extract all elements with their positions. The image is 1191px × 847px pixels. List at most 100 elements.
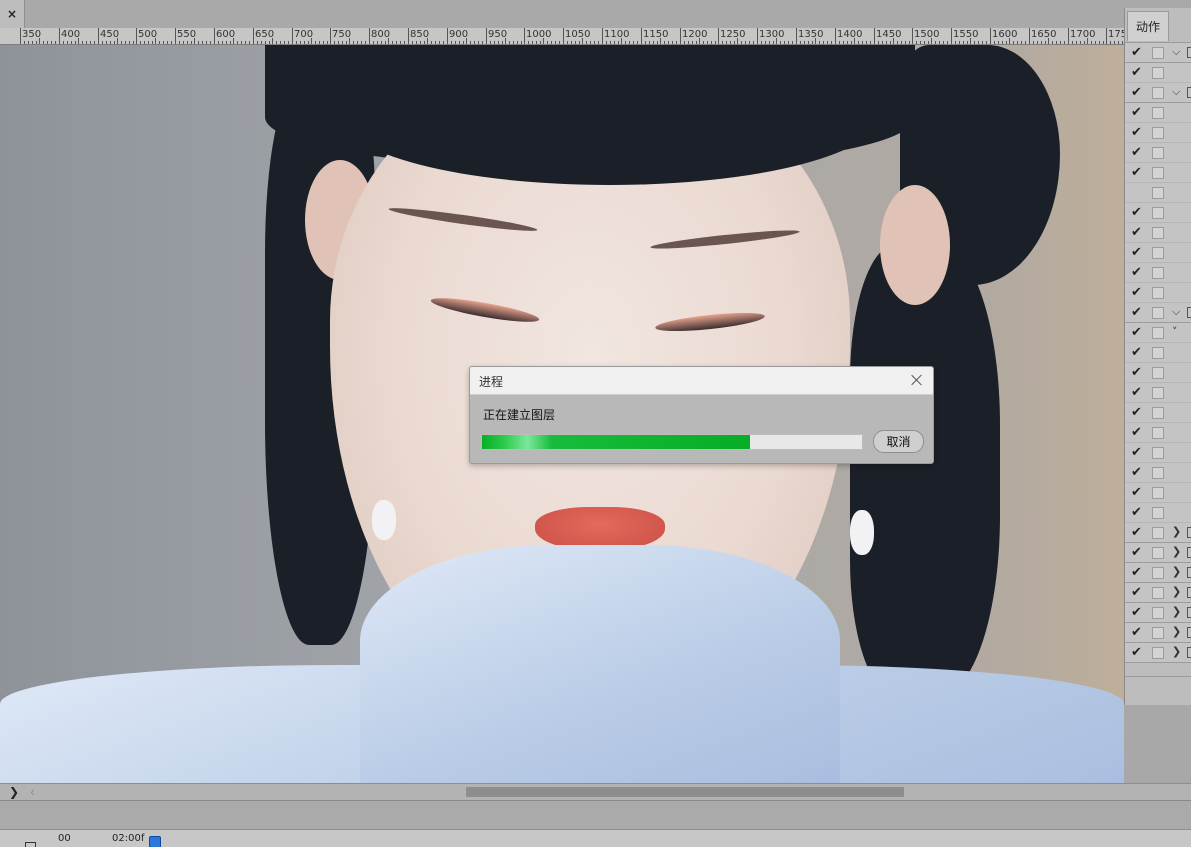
action-row[interactable]: ✔ [1125, 483, 1191, 503]
dialog-toggle-box[interactable] [1152, 487, 1164, 499]
action-row[interactable]: ✔ ❯ [1125, 583, 1191, 603]
dialog-toggle-box[interactable] [1152, 367, 1164, 379]
chevron-down-icon[interactable]: ⌵ [1172, 305, 1180, 319]
toggle-check-icon[interactable]: ✔ [1131, 465, 1145, 480]
action-row[interactable]: ✔ [1125, 263, 1191, 283]
dialog-toggle-box[interactable] [1152, 187, 1164, 199]
playhead-icon[interactable] [149, 836, 161, 847]
toggle-check-icon[interactable]: ✔ [1131, 625, 1145, 640]
toggle-check-icon[interactable]: ✔ [1131, 225, 1145, 240]
toggle-check-icon[interactable]: ✔ [1131, 105, 1145, 120]
action-row[interactable]: ✔ [1125, 283, 1191, 303]
toggle-check-icon[interactable]: ✔ [1131, 425, 1145, 440]
dialog-toggle-box[interactable] [1152, 347, 1164, 359]
dialog-toggle-box[interactable] [1152, 387, 1164, 399]
toggle-check-icon[interactable]: ✔ [1131, 645, 1145, 660]
action-row[interactable]: ✔ ❯ [1125, 623, 1191, 643]
scrollbar-thumb[interactable] [466, 787, 904, 797]
dialog-titlebar[interactable]: 进程 [470, 367, 933, 395]
toggle-check-icon[interactable]: ✔ [1131, 365, 1145, 380]
action-row[interactable]: ✔ [1125, 103, 1191, 123]
horizontal-scrollbar[interactable]: ❯ ‹ [0, 783, 1191, 800]
action-row[interactable]: ✔ ❯ [1125, 643, 1191, 663]
toggle-check-icon[interactable]: ✔ [1131, 325, 1145, 340]
toggle-check-icon[interactable]: ✔ [1131, 305, 1145, 320]
action-row[interactable]: ✔ ❯ [1125, 603, 1191, 623]
dialog-toggle-box[interactable] [1152, 307, 1164, 319]
action-row[interactable]: ✔ [1125, 63, 1191, 83]
chevron-right-icon[interactable]: ❯ [1172, 645, 1181, 658]
chevron-down-icon[interactable]: ˅ [1172, 325, 1178, 338]
dialog-toggle-box[interactable] [1152, 227, 1164, 239]
action-row[interactable]: ✔ [1125, 403, 1191, 423]
dialog-toggle-box[interactable] [1152, 447, 1164, 459]
dialog-toggle-box[interactable] [1152, 207, 1164, 219]
dialog-toggle-box[interactable] [1152, 507, 1164, 519]
toggle-check-icon[interactable]: ✔ [1131, 585, 1145, 600]
action-row[interactable]: ✔ ❯ [1125, 563, 1191, 583]
action-row[interactable]: ✔ ❯ [1125, 543, 1191, 563]
toggle-check-icon[interactable]: ✔ [1131, 345, 1145, 360]
action-row[interactable]: ✔ [1125, 203, 1191, 223]
action-row[interactable] [1125, 183, 1191, 203]
toggle-check-icon[interactable]: ✔ [1131, 265, 1145, 280]
dialog-toggle-box[interactable] [1152, 467, 1164, 479]
chevron-down-icon[interactable]: ⌵ [1172, 85, 1180, 99]
action-row[interactable]: ✔ ⌵ [1125, 83, 1191, 103]
chevron-right-icon[interactable]: ❯ [1172, 585, 1181, 598]
dialog-toggle-box[interactable] [1152, 627, 1164, 639]
toggle-check-icon[interactable]: ✔ [1131, 45, 1145, 60]
dialog-toggle-box[interactable] [1152, 527, 1164, 539]
tab-actions[interactable]: 动作 [1127, 11, 1169, 41]
dialog-toggle-box[interactable] [1152, 427, 1164, 439]
toggle-check-icon[interactable]: ✔ [1131, 485, 1145, 500]
toggle-check-icon[interactable]: ✔ [1131, 445, 1145, 460]
toggle-check-icon[interactable]: ✔ [1131, 145, 1145, 160]
close-tab-icon[interactable]: × [0, 0, 25, 28]
toggle-check-icon[interactable]: ✔ [1131, 285, 1145, 300]
chevron-right-icon[interactable]: ❯ [1172, 525, 1181, 538]
dialog-toggle-box[interactable] [1152, 147, 1164, 159]
action-row[interactable]: ✔ [1125, 443, 1191, 463]
dialog-toggle-box[interactable] [1152, 267, 1164, 279]
dialog-toggle-box[interactable] [1152, 287, 1164, 299]
dialog-toggle-box[interactable] [1152, 247, 1164, 259]
dialog-toggle-box[interactable] [1152, 327, 1164, 339]
action-row[interactable]: ✔ ❯ [1125, 523, 1191, 543]
toggle-check-icon[interactable]: ✔ [1131, 505, 1145, 520]
chevron-right-icon[interactable]: ❯ [1172, 565, 1181, 578]
dialog-toggle-box[interactable] [1152, 407, 1164, 419]
chevron-right-icon[interactable]: ❯ [1172, 605, 1181, 618]
toggle-check-icon[interactable]: ✔ [1131, 565, 1145, 580]
action-row[interactable]: ✔ [1125, 383, 1191, 403]
action-row[interactable]: ✔ [1125, 163, 1191, 183]
dialog-toggle-box[interactable] [1152, 47, 1164, 59]
dialog-toggle-box[interactable] [1152, 107, 1164, 119]
dialog-toggle-box[interactable] [1152, 567, 1164, 579]
action-row[interactable]: ✔ [1125, 503, 1191, 523]
action-row[interactable]: ✔ [1125, 143, 1191, 163]
action-row[interactable]: ✔ [1125, 223, 1191, 243]
action-row[interactable]: ✔ [1125, 363, 1191, 383]
chevron-right-icon[interactable]: ❯ [1172, 545, 1181, 558]
toggle-check-icon[interactable]: ✔ [1131, 165, 1145, 180]
toggle-check-icon[interactable]: ✔ [1131, 545, 1145, 560]
dialog-toggle-box[interactable] [1152, 547, 1164, 559]
toggle-check-icon[interactable]: ✔ [1131, 385, 1145, 400]
scroll-left-icon[interactable]: ‹ [30, 785, 35, 799]
close-icon[interactable] [909, 372, 925, 388]
action-row[interactable]: ✔ ⌵ [1125, 43, 1191, 63]
toggle-check-icon[interactable]: ✔ [1131, 205, 1145, 220]
dialog-toggle-box[interactable] [1152, 587, 1164, 599]
dialog-toggle-box[interactable] [1152, 87, 1164, 99]
toggle-check-icon[interactable]: ✔ [1131, 605, 1145, 620]
dialog-toggle-box[interactable] [1152, 167, 1164, 179]
cancel-button[interactable]: 取消 [873, 430, 924, 453]
action-row[interactable]: ✔ ⌵ [1125, 303, 1191, 323]
toggle-check-icon[interactable]: ✔ [1131, 85, 1145, 100]
toggle-check-icon[interactable]: ✔ [1131, 405, 1145, 420]
chevron-right-icon[interactable]: ❯ [1172, 625, 1181, 638]
toggle-check-icon[interactable]: ✔ [1131, 125, 1145, 140]
toggle-check-icon[interactable]: ✔ [1131, 525, 1145, 540]
dialog-toggle-box[interactable] [1152, 607, 1164, 619]
